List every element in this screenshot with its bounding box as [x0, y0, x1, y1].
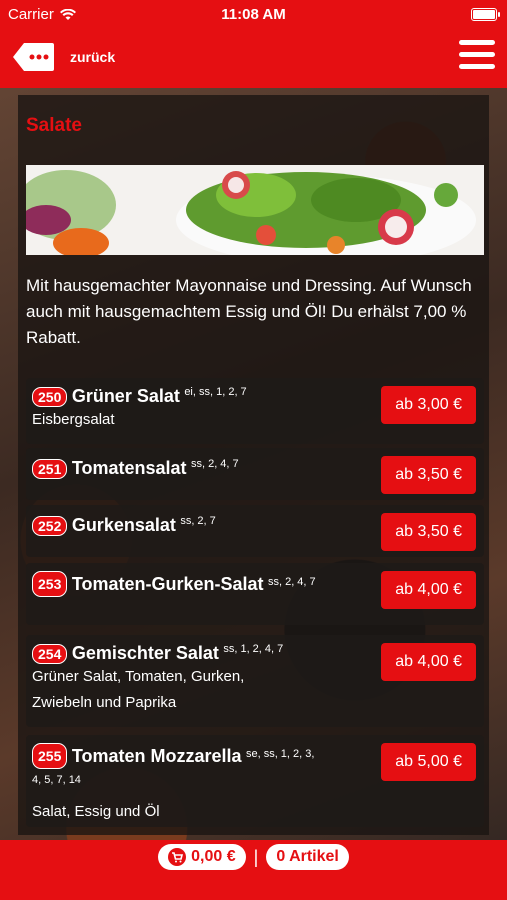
menu-icon-bar [459, 52, 495, 57]
item-description: Salat, Essig und Öl [32, 803, 160, 820]
menu-icon-bar [459, 64, 495, 69]
item-name: Tomatensalat [71, 458, 187, 478]
price-button[interactable]: ab 3,50 € [381, 513, 476, 551]
item-name: Grüner Salat [71, 386, 180, 406]
section-description: Mit hausgemachter Mayonnaise und Dressin… [26, 276, 472, 347]
item-name: Tomaten-Gurken-Salat [71, 574, 264, 594]
item-number: 250 [32, 386, 68, 407]
status-time: 11:08 AM [221, 6, 286, 23]
price-button[interactable]: ab 5,00 € [381, 743, 476, 781]
item-allergens: ss, 2, 4, 7 [267, 576, 316, 588]
menu-item[interactable]: 251 Tomatensalat ss, 2, 4, 7 ab 3,50 € [26, 448, 484, 500]
item-description: Grüner Salat, Tomaten, Gurken, Zwiebeln … [32, 668, 245, 711]
item-allergens: ss, 1, 2, 4, 7 [223, 643, 284, 655]
price-button[interactable]: ab 4,00 € [381, 571, 476, 609]
price-button[interactable]: ab 4,00 € [381, 643, 476, 681]
cart-separator: | [253, 847, 259, 867]
menu-button[interactable] [459, 40, 495, 72]
menu-item[interactable]: 255 Tomaten Mozzarella se, ss, 1, 2, 3, … [26, 735, 484, 827]
item-number: 251 [32, 458, 68, 479]
status-bar: Carrier 11:08 AM [0, 0, 507, 30]
cart-icon [168, 848, 187, 866]
menu-item[interactable]: 250 Grüner Salat ei, ss, 1, 2, 7 Eisberg… [26, 378, 484, 444]
nav-bar: zurück [0, 30, 507, 88]
menu-item[interactable]: 252 Gurkensalat ss, 2, 7 ab 3,50 € [26, 505, 484, 557]
item-number: 255 [32, 743, 68, 769]
back-button[interactable]: zurück [12, 42, 115, 72]
cart-count: 0 Artikel [276, 848, 339, 865]
item-number: 254 [32, 643, 68, 664]
battery-icon [471, 8, 500, 21]
menu-item[interactable]: 253 Tomaten-Gurken-Salat ss, 2, 4, 7 ab … [26, 563, 484, 625]
menu-icon-bar [459, 40, 495, 45]
item-allergens: ss, 2, 4, 7 [190, 458, 239, 470]
item-allergens: ss, 2, 7 [180, 515, 216, 527]
price-button[interactable]: ab 3,50 € [381, 456, 476, 494]
cart-total: 0,00 € [191, 848, 236, 865]
item-description: Eisbergsalat [32, 411, 115, 428]
section-title: Salate [26, 115, 82, 136]
back-tag-icon [13, 43, 54, 71]
cart-count-button[interactable]: 0 Artikel [266, 844, 349, 870]
item-name: Gurkensalat [71, 515, 176, 535]
back-label: zurück [70, 49, 116, 65]
item-number: 252 [32, 515, 68, 536]
item-name: Tomaten Mozzarella [71, 746, 242, 766]
menu-item[interactable]: 254 Gemischter Salat ss, 1, 2, 4, 7 Grün… [26, 635, 484, 727]
cart-total-button[interactable]: 0,00 € [158, 844, 246, 870]
price-button[interactable]: ab 3,00 € [381, 386, 476, 424]
item-name: Gemischter Salat [71, 643, 219, 663]
cart-bar: 0,00 € | 0 Artikel [0, 840, 507, 900]
item-number: 253 [32, 571, 68, 597]
category-panel: Salate Mit hausgemachter Mayonnaise und … [18, 95, 489, 835]
item-allergens: ei, ss, 1, 2, 7 [184, 386, 247, 398]
salad-banner-image [26, 165, 484, 255]
